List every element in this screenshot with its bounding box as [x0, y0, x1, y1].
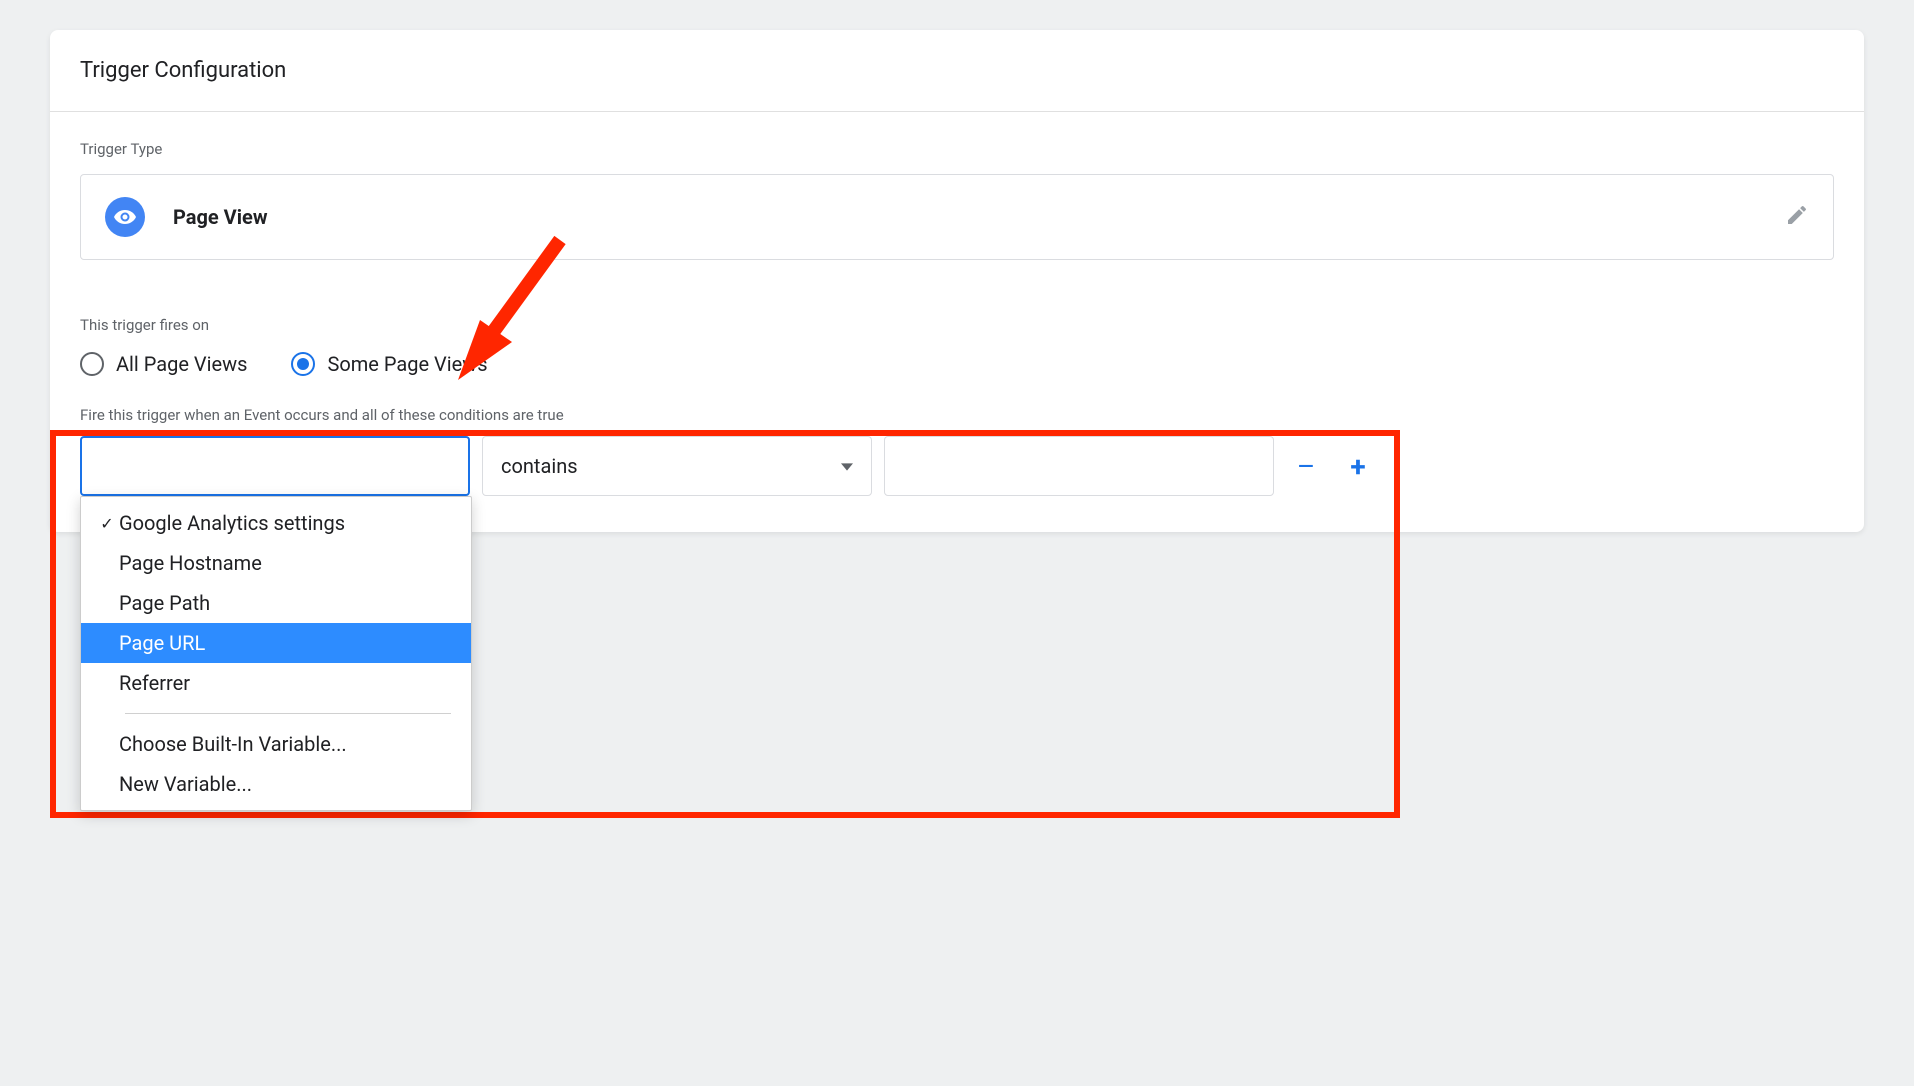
dropdown-item-label: Page Hostname — [119, 551, 262, 575]
dropdown-item-new-variable[interactable]: New Variable... — [81, 764, 471, 804]
plus-icon: + — [1350, 450, 1365, 483]
dropdown-item-label: Google Analytics settings — [119, 511, 345, 535]
trigger-type-label: Trigger Type — [80, 140, 1834, 158]
radio-label: Some Page Views — [327, 352, 487, 376]
condition-value-input[interactable] — [884, 436, 1274, 496]
dropdown-item-page-path[interactable]: Page Path — [81, 583, 471, 623]
dropdown-item-label: Page URL — [119, 631, 205, 655]
pencil-icon — [1785, 203, 1809, 227]
dropdown-item-page-hostname[interactable]: Page Hostname — [81, 543, 471, 583]
radio-all-page-views[interactable]: All Page Views — [80, 352, 247, 376]
radio-label: All Page Views — [116, 352, 247, 376]
dropdown-item-referrer[interactable]: Referrer — [81, 663, 471, 703]
remove-condition-button[interactable]: – — [1286, 446, 1326, 486]
minus-icon: – — [1297, 450, 1315, 483]
radio-some-page-views[interactable]: Some Page Views — [291, 352, 487, 376]
caret-down-icon — [841, 454, 853, 478]
fires-on-label: This trigger fires on — [80, 316, 1834, 334]
fires-on-radio-group: All Page Views Some Page Views — [80, 352, 1834, 376]
card-header: Trigger Configuration — [50, 30, 1864, 112]
trigger-config-card: Trigger Configuration Trigger Type Page … — [50, 30, 1864, 532]
trigger-type-section: Trigger Type Page View — [50, 112, 1864, 288]
fires-on-section: This trigger fires on All Page Views Som… — [50, 288, 1864, 376]
dropdown-item-label: New Variable... — [119, 772, 252, 796]
trigger-type-row[interactable]: Page View — [80, 174, 1834, 260]
operator-select[interactable]: contains — [482, 436, 872, 496]
dropdown-item-page-url[interactable]: Page URL — [81, 623, 471, 663]
trigger-type-name: Page View — [173, 205, 1785, 229]
dropdown-item-label: Choose Built-In Variable... — [119, 732, 347, 756]
radio-icon — [291, 352, 315, 376]
dropdown-item-choose-builtin[interactable]: Choose Built-In Variable... — [81, 724, 471, 764]
edit-trigger-type-button[interactable] — [1785, 203, 1809, 231]
add-condition-button[interactable]: + — [1338, 446, 1378, 486]
variable-dropdown: ✓ Google Analytics settings Page Hostnam… — [80, 496, 472, 811]
variable-select[interactable]: ✓ Google Analytics settings Page Hostnam… — [80, 436, 470, 496]
check-icon: ✓ — [95, 514, 119, 533]
card-title: Trigger Configuration — [80, 58, 1834, 83]
page-view-icon — [105, 197, 145, 237]
radio-icon — [80, 352, 104, 376]
conditions-section: Fire this trigger when an Event occurs a… — [50, 406, 1864, 532]
dropdown-item-google-analytics-settings[interactable]: ✓ Google Analytics settings — [81, 503, 471, 543]
dropdown-item-label: Page Path — [119, 591, 210, 615]
condition-row: ✓ Google Analytics settings Page Hostnam… — [80, 436, 1834, 496]
conditions-label: Fire this trigger when an Event occurs a… — [80, 406, 1834, 424]
operator-select-value: contains — [501, 454, 578, 478]
dropdown-item-label: Referrer — [119, 671, 190, 695]
dropdown-divider — [125, 713, 451, 714]
